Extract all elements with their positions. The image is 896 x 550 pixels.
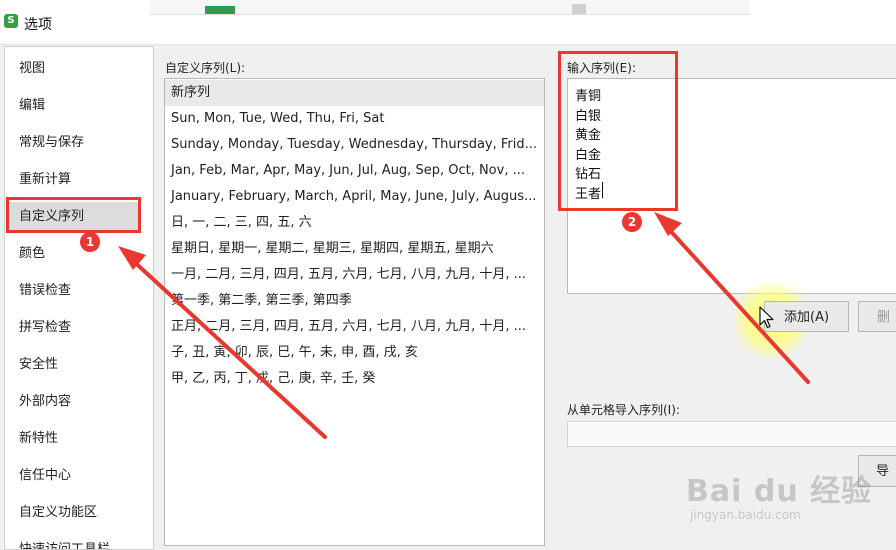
arrow-2-line: [664, 224, 810, 384]
baidu-jingyan-watermark-url: jingyan.baidu.com: [690, 508, 801, 522]
arrow-2-head-icon: [654, 212, 682, 236]
baidu-jingyan-watermark-logo: Bai du 经验: [686, 474, 873, 509]
arrow-1-line: [128, 256, 327, 439]
